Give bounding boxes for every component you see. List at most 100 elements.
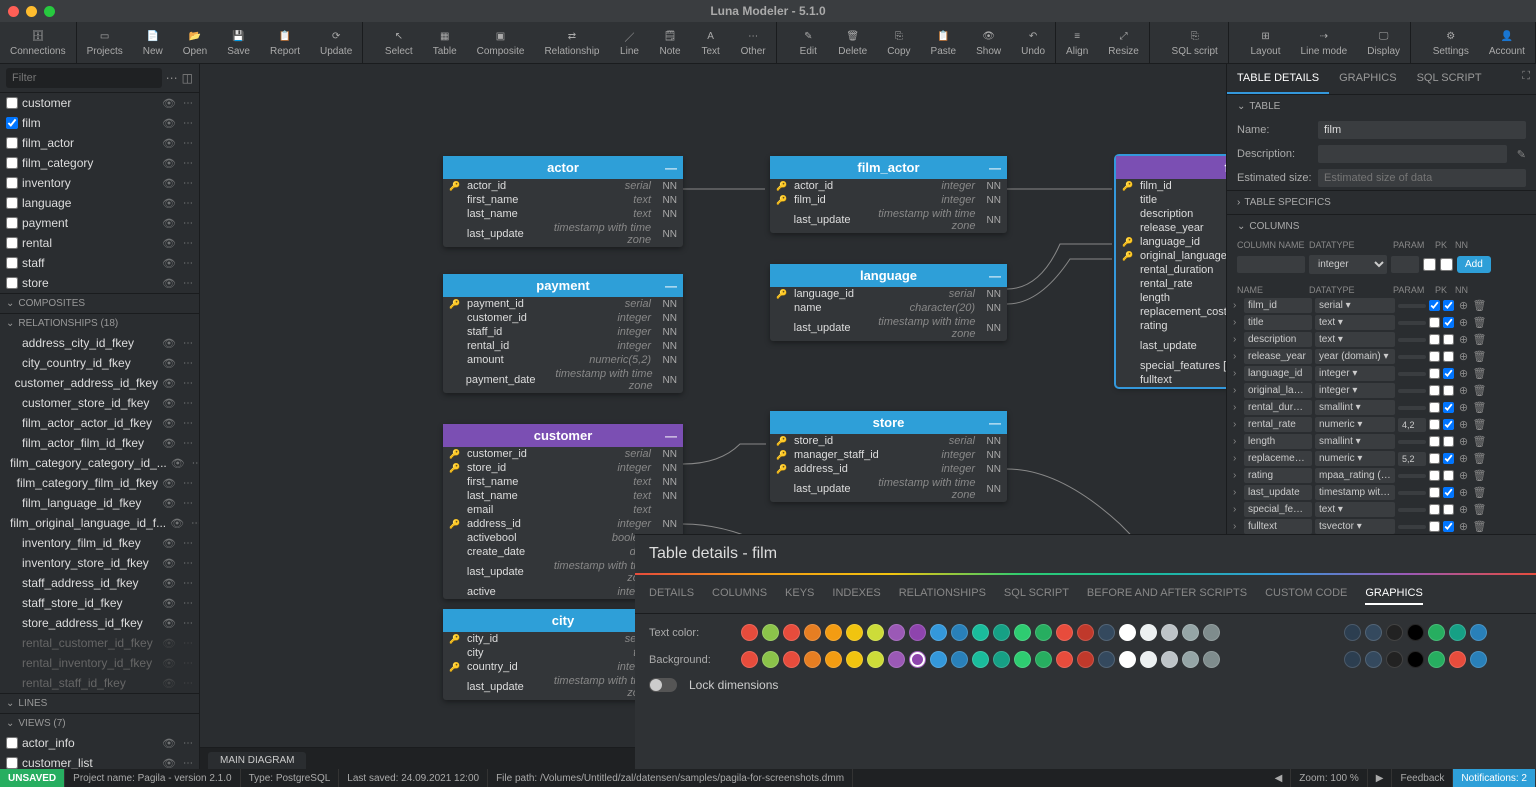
col-pk-check[interactable] <box>1429 419 1440 430</box>
col-name-input[interactable]: rental_rate <box>1244 417 1312 432</box>
col-nn-check[interactable] <box>1443 385 1454 396</box>
expand-icon[interactable]: › <box>1233 334 1241 345</box>
eye-icon[interactable]: 👁 <box>162 117 176 130</box>
move-icon[interactable]: ⊕ <box>1457 435 1470 448</box>
eye-icon[interactable]: 👁 <box>162 677 176 690</box>
filter-input[interactable] <box>6 68 162 88</box>
delete-col-icon[interactable]: 🗑 <box>1473 418 1486 431</box>
section-relationships[interactable]: RELATIONSHIPS (18) <box>0 313 199 333</box>
expand-icon[interactable]: › <box>1233 521 1241 532</box>
entity-header[interactable]: store— <box>770 411 1007 434</box>
eye-icon[interactable]: 👁 <box>162 657 176 670</box>
eye-icon[interactable]: 👁 <box>162 377 176 390</box>
entity-column[interactable]: staff_idintegerNN <box>443 325 683 339</box>
move-icon[interactable]: ⊕ <box>1457 503 1470 516</box>
entity-column[interactable]: 🔑original_language_idinteger <box>1116 249 1226 263</box>
note-button[interactable]: 🗒Note <box>649 22 690 63</box>
color-swatch[interactable] <box>1035 624 1052 641</box>
table-button[interactable]: ▦Table <box>423 22 467 63</box>
color-swatch[interactable] <box>1344 624 1361 641</box>
tree-rel[interactable]: film_actor_actor_id_fkey👁⋯ <box>0 413 199 433</box>
layout-button[interactable]: ⊞Layout <box>1241 22 1291 63</box>
color-swatch[interactable] <box>1203 651 1220 668</box>
entity-column[interactable]: customer_idintegerNN <box>443 311 683 325</box>
col-name-input[interactable]: original_langua <box>1244 383 1312 398</box>
col-param-input[interactable] <box>1398 440 1426 444</box>
more-icon[interactable]: ⋯ <box>183 658 193 669</box>
move-icon[interactable]: ⊕ <box>1457 333 1470 346</box>
col-type-select[interactable]: timestamp with ▾ <box>1315 485 1395 500</box>
entity-column[interactable]: namecharacter(20)NN <box>770 301 1007 315</box>
entity-language[interactable]: language—🔑language_idserialNNnamecharact… <box>770 264 1007 341</box>
move-icon[interactable]: ⊕ <box>1457 452 1470 465</box>
minimize-icon[interactable]: — <box>665 279 677 293</box>
expand-icon[interactable]: › <box>1233 351 1241 362</box>
eye-icon[interactable]: 👁 <box>162 617 176 630</box>
col-name-input[interactable]: last_update <box>1244 485 1312 500</box>
entity-column[interactable]: last_updatetimestamp with time zoneNN <box>770 315 1007 341</box>
move-icon[interactable]: ⊕ <box>1457 350 1470 363</box>
col-nn-check[interactable] <box>1443 504 1454 515</box>
eye-icon[interactable]: 👁 <box>162 437 176 450</box>
more-icon[interactable]: ⋯ <box>183 138 193 149</box>
color-swatch[interactable] <box>783 651 800 668</box>
more-icon[interactable]: ⋯ <box>192 458 199 469</box>
move-icon[interactable]: ⊕ <box>1457 367 1470 380</box>
color-swatch[interactable] <box>1056 651 1073 668</box>
move-icon[interactable]: ⊕ <box>1457 384 1470 397</box>
col-type-select[interactable]: year (domain) ▾ <box>1315 349 1395 364</box>
col-type-select[interactable]: serial ▾ <box>1315 298 1395 313</box>
tree-table-language[interactable]: language👁⋯ <box>0 193 199 213</box>
color-swatch[interactable] <box>1077 624 1094 641</box>
col-pk-check[interactable] <box>1429 521 1440 532</box>
eye-icon[interactable]: 👁 <box>162 337 176 350</box>
col-name-input[interactable]: language_id <box>1244 366 1312 381</box>
col-pk-check[interactable] <box>1429 317 1440 328</box>
more-icon[interactable]: ⋯ <box>183 98 193 109</box>
eye-icon[interactable]: 👁 <box>162 137 176 150</box>
more-icon[interactable]: ⋯ <box>183 578 193 589</box>
color-swatch[interactable] <box>993 624 1010 641</box>
color-swatch[interactable] <box>846 624 863 641</box>
color-swatch[interactable] <box>1386 624 1403 641</box>
entity-column[interactable]: payment_datetimestamp with time zoneNN <box>443 367 683 393</box>
detail-tab-details[interactable]: DETAILS <box>649 583 694 605</box>
col-pk-check[interactable] <box>1429 402 1440 413</box>
tree-rel[interactable]: film_actor_film_id_fkey👁⋯ <box>0 433 199 453</box>
table-checkbox[interactable] <box>6 137 18 149</box>
col-pk-check[interactable] <box>1429 487 1440 498</box>
more-icon[interactable]: ⋯ <box>183 538 193 549</box>
more-icon[interactable]: ⋯ <box>183 618 193 629</box>
minimize-icon[interactable]: — <box>665 161 677 175</box>
entity-column[interactable]: rental_ratenumeric(4,2)NN <box>1116 277 1226 291</box>
color-swatch[interactable] <box>867 624 884 641</box>
delete-col-icon[interactable]: 🗑 <box>1473 486 1486 499</box>
section-lines[interactable]: LINES <box>0 693 199 713</box>
minimize-icon[interactable]: — <box>989 269 1001 283</box>
new-col-nn-check[interactable] <box>1440 258 1453 271</box>
entity-payment[interactable]: payment—🔑payment_idserialNNcustomer_idin… <box>443 274 683 393</box>
more-icon[interactable]: ⋯ <box>183 498 193 509</box>
entity-column[interactable]: 🔑store_idintegerNN <box>443 461 683 475</box>
col-name-input[interactable]: release_year <box>1244 349 1312 364</box>
estimated-size-input[interactable] <box>1318 169 1526 187</box>
status-zoom-in[interactable]: ▶ <box>1368 769 1393 787</box>
col-name-input[interactable]: special_feature <box>1244 502 1312 517</box>
col-nn-check[interactable] <box>1443 334 1454 345</box>
delete-col-icon[interactable]: 🗑 <box>1473 316 1486 329</box>
more-icon[interactable]: ⋯ <box>183 118 193 129</box>
panel-layout-icon[interactable]: ◫ <box>182 71 193 85</box>
col-nn-check[interactable] <box>1443 487 1454 498</box>
detail-tab-keys[interactable]: KEYS <box>785 583 814 605</box>
color-swatch[interactable] <box>1056 624 1073 641</box>
entity-column[interactable]: 🔑customer_idserialNN <box>443 447 683 461</box>
color-swatch[interactable] <box>762 624 779 641</box>
col-type-select[interactable]: integer ▾ <box>1315 383 1395 398</box>
eye-icon[interactable]: 👁 <box>162 397 176 410</box>
entity-store[interactable]: store—🔑store_idserialNN🔑manager_staff_id… <box>770 411 1007 502</box>
col-name-input[interactable]: rating <box>1244 468 1312 483</box>
new-col-param-input[interactable] <box>1391 256 1419 273</box>
more-icon[interactable]: ⋯ <box>183 558 193 569</box>
col-pk-check[interactable] <box>1429 436 1440 447</box>
tree-rel[interactable]: customer_address_id_fkey👁⋯ <box>0 373 199 393</box>
